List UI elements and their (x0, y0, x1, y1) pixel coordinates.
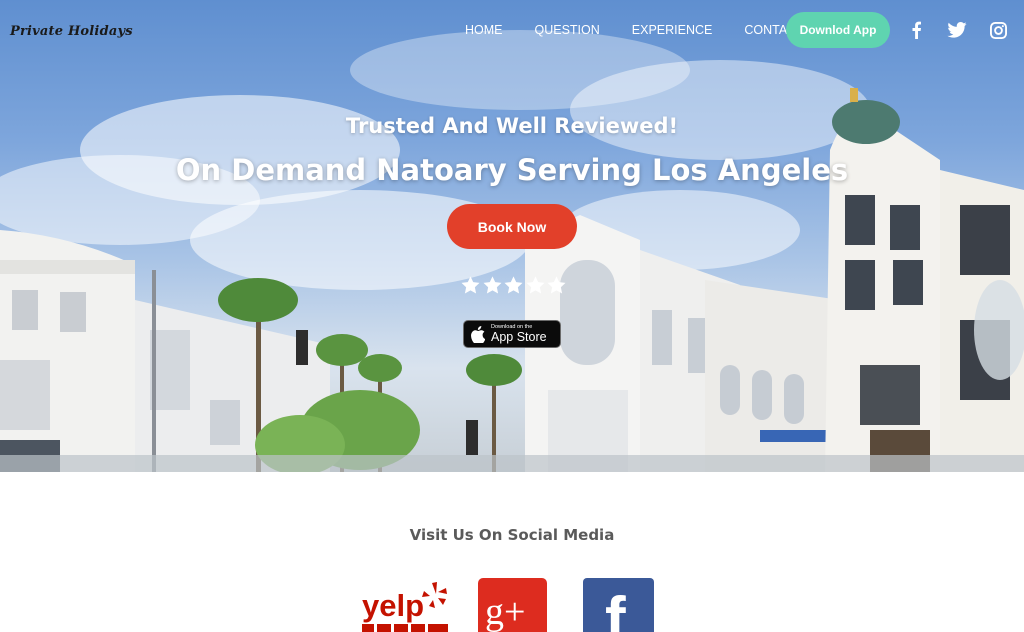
yelp-logo[interactable]: yelp (360, 578, 450, 632)
hero-tagline: Trusted And Well Reviewed! (345, 114, 679, 138)
gplus-text: g+ (485, 591, 525, 632)
rating-stars (460, 275, 568, 296)
appstore-big-text: App Store (491, 330, 547, 344)
book-now-button[interactable]: Book Now (447, 204, 577, 249)
star-icon (547, 276, 566, 294)
star-icon (525, 276, 545, 294)
star-icon (504, 276, 523, 294)
twitter-icon[interactable] (947, 20, 967, 40)
facebook-icon[interactable] (906, 20, 926, 40)
hero-headline: On Demand Natoary Serving Los Angeles (175, 153, 849, 187)
social-heading: Visit Us On Social Media (409, 526, 615, 544)
main-nav: HOME QUESTION EXPERIENCE CONTACT (465, 22, 804, 38)
google-plus-logo[interactable]: g+ (478, 578, 547, 632)
social-logos: yelp g+ f (0, 578, 1024, 632)
star-icon (461, 276, 480, 294)
brand-logo[interactable]: Private Holidays (10, 24, 133, 39)
instagram-icon[interactable] (988, 20, 1008, 40)
yelp-wordmark: yelp (362, 588, 424, 623)
apple-icon (471, 325, 485, 343)
header-social-links (906, 20, 1008, 40)
star-icon (482, 276, 502, 294)
nav-question[interactable]: QUESTION (535, 22, 600, 38)
hero-banner: Private Holidays HOME QUESTION EXPERIENC… (0, 0, 1024, 472)
nav-experience[interactable]: EXPERIENCE (632, 22, 713, 38)
nav-home[interactable]: HOME (465, 22, 503, 38)
facebook-f-text: f (605, 585, 626, 632)
app-store-badge[interactable]: Download on the App Store (463, 320, 561, 348)
facebook-logo[interactable]: f (583, 578, 654, 632)
download-app-button[interactable]: Downlod App (786, 12, 890, 48)
